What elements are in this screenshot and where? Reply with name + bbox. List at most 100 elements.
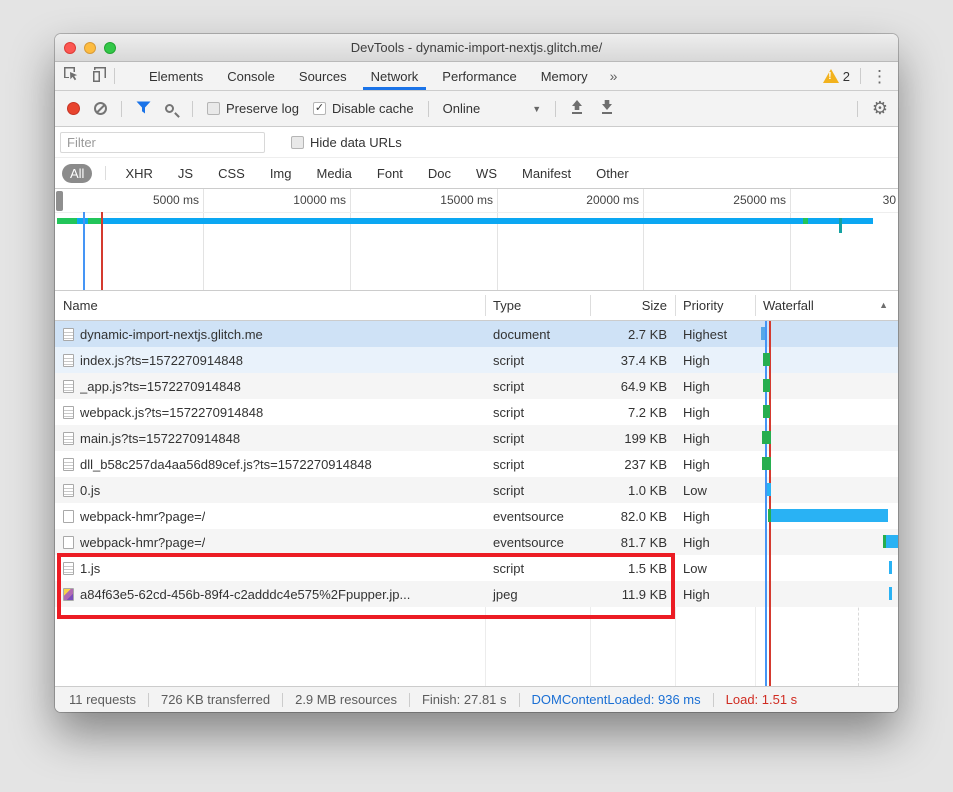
timeline-tick-label: 5000 ms: [152, 193, 199, 207]
pill-media[interactable]: Media: [310, 164, 357, 183]
request-size: 37.4 KB: [620, 352, 667, 368]
request-size: 82.0 KB: [620, 508, 667, 524]
import-har-icon[interactable]: [570, 99, 584, 118]
pill-font[interactable]: Font: [371, 164, 409, 183]
load-marker-line: [769, 321, 771, 686]
warning-count: 2: [842, 68, 850, 84]
request-name: dynamic-import-nextjs.glitch.me: [80, 326, 263, 342]
request-priority: High: [683, 456, 710, 472]
request-type: script: [493, 456, 525, 472]
timeline-scrubber-handle[interactable]: [56, 191, 63, 211]
column-header-type[interactable]: Type: [485, 298, 590, 313]
pill-ws[interactable]: WS: [470, 164, 503, 183]
request-priority: High: [683, 404, 710, 420]
warning-badge[interactable]: 2: [822, 68, 850, 84]
load-marker-line: [101, 212, 103, 290]
resource-type-icon: [63, 379, 74, 393]
device-toolbar-icon[interactable]: [90, 66, 108, 86]
tab-sources[interactable]: Sources: [287, 62, 359, 90]
table-row[interactable]: main.js?ts=1572270914848 script 199 KB H…: [55, 425, 898, 451]
resource-type-filters: All XHR JS CSS Img Media Font Doc WS Man…: [55, 158, 898, 189]
column-header-size[interactable]: Size: [590, 298, 675, 313]
request-priority: High: [683, 378, 710, 394]
network-overview-timeline[interactable]: 5000 ms 10000 ms 15000 ms 20000 ms 25000…: [55, 189, 898, 291]
status-bar: 11 requests 726 KB transferred 2.9 MB re…: [55, 686, 898, 712]
waterfall-bar: [889, 587, 892, 600]
request-type: script: [493, 352, 525, 368]
tab-elements[interactable]: Elements: [137, 62, 215, 90]
resources-size: 2.9 MB resources: [295, 692, 397, 707]
filter-input[interactable]: [60, 131, 265, 153]
resource-type-icon: [63, 431, 74, 445]
column-header-name[interactable]: Name: [55, 298, 485, 313]
tab-memory[interactable]: Memory: [529, 62, 600, 90]
pill-all[interactable]: All: [62, 163, 93, 183]
request-priority: Low: [683, 482, 707, 498]
sort-ascending-icon[interactable]: ▲: [879, 300, 888, 310]
waterfall-bar: [889, 561, 892, 574]
table-row[interactable]: webpack-hmr?page=/ eventsource 81.7 KB H…: [55, 529, 898, 555]
table-row[interactable]: index.js?ts=1572270914848 script 37.4 KB…: [55, 347, 898, 373]
minimize-window-button[interactable]: [84, 42, 96, 54]
request-size: 2.7 KB: [627, 326, 667, 342]
table-row[interactable]: 0.js script 1.0 KB Low: [55, 477, 898, 503]
tab-performance[interactable]: Performance: [430, 62, 528, 90]
pill-doc[interactable]: Doc: [422, 164, 457, 183]
hide-data-urls-checkbox-box: [291, 135, 304, 149]
pill-css[interactable]: CSS: [212, 164, 251, 183]
devtools-tab-bar: Elements Console Sources Network Perform…: [55, 62, 898, 91]
column-header-waterfall[interactable]: Waterfall: [755, 298, 898, 313]
filter-funnel-icon[interactable]: [136, 101, 151, 117]
table-row[interactable]: dll_b58c257da4aa56d89cef.js?ts=157227091…: [55, 451, 898, 477]
pill-other[interactable]: Other: [590, 164, 635, 183]
panel-tabs: Elements Console Sources Network Perform…: [137, 62, 627, 90]
load-time: Load: 1.51 s: [725, 692, 798, 707]
hide-data-urls-label: Hide data URLs: [310, 134, 402, 150]
tab-network[interactable]: Network: [359, 62, 431, 90]
inspect-element-icon[interactable]: [63, 66, 80, 86]
timeline-tick-label: 10000 ms: [293, 193, 346, 207]
request-priority: High: [683, 352, 710, 368]
request-size: 199 KB: [624, 430, 667, 446]
more-tabs-button[interactable]: »: [600, 62, 628, 90]
devtools-window: DevTools - dynamic-import-nextjs.glitch.…: [55, 34, 898, 712]
requests-count: 11 requests: [69, 692, 136, 707]
kebab-menu-icon[interactable]: ⋮: [871, 68, 888, 85]
hide-data-urls-checkbox[interactable]: Hide data URLs: [291, 135, 402, 150]
title-bar: DevTools - dynamic-import-nextjs.glitch.…: [55, 34, 898, 62]
pill-js[interactable]: JS: [172, 164, 199, 183]
column-header-priority[interactable]: Priority: [675, 298, 755, 313]
preserve-log-checkbox[interactable]: Preserve log: [207, 101, 299, 116]
record-button[interactable]: [67, 102, 80, 115]
pill-xhr[interactable]: XHR: [119, 164, 158, 183]
waterfall-bar: [768, 509, 888, 522]
close-window-button[interactable]: [64, 42, 76, 54]
table-row[interactable]: _app.js?ts=1572270914848 script 64.9 KB …: [55, 373, 898, 399]
throttling-value: Online: [442, 101, 481, 116]
request-type: script: [493, 430, 525, 446]
throttling-dropdown[interactable]: Online ▼: [443, 101, 542, 116]
preserve-log-checkbox-box: [207, 102, 220, 115]
table-row[interactable]: dynamic-import-nextjs.glitch.me document…: [55, 321, 898, 347]
tab-console[interactable]: Console: [215, 62, 287, 90]
request-size: 237 KB: [624, 456, 667, 472]
highlight-annotation-box: [57, 553, 675, 619]
zoom-window-button[interactable]: [104, 42, 116, 54]
disable-cache-checkbox[interactable]: Disable cache: [312, 101, 414, 116]
request-name: webpack-hmr?page=/: [80, 508, 206, 524]
gear-icon[interactable]: ⚙: [872, 98, 888, 119]
clear-icon[interactable]: [94, 102, 107, 115]
waterfall-bar: [763, 405, 770, 418]
overview-green-segment: [803, 218, 808, 224]
table-row[interactable]: webpack.js?ts=1572270914848 script 7.2 K…: [55, 399, 898, 425]
warning-icon: [822, 69, 839, 83]
pill-img[interactable]: Img: [264, 164, 298, 183]
request-name: webpack.js?ts=1572270914848: [80, 404, 264, 420]
waterfall-bar: [761, 327, 765, 340]
export-har-icon[interactable]: [600, 99, 614, 118]
request-type: script: [493, 482, 525, 498]
request-name: 0.js: [80, 482, 101, 498]
pill-manifest[interactable]: Manifest: [516, 164, 577, 183]
search-icon[interactable]: [165, 104, 174, 113]
request-priority: Low: [683, 560, 707, 576]
